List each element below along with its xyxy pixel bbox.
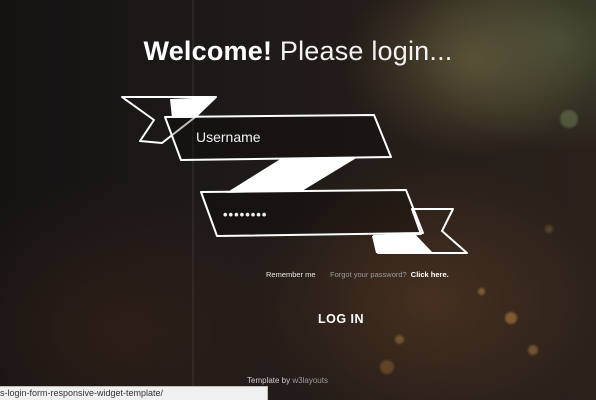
remember-me-checkbox[interactable]: Remember me (266, 270, 316, 279)
forgot-password-text: Forgot your password? Click here. (330, 270, 449, 279)
footer-credit: Template by w3layouts (247, 376, 328, 385)
ribbon-connector (226, 157, 358, 193)
password-input[interactable]: •••••••• (223, 207, 267, 222)
ribbon-graphic (121, 96, 468, 254)
username-input[interactable]: Username (196, 129, 261, 145)
status-url: s-login-form-responsive-widget-template/ (0, 388, 164, 398)
ribbon-fold-top (170, 97, 216, 118)
click-here-link[interactable]: Click here. (411, 270, 449, 279)
footer-link[interactable]: w3layouts (292, 376, 328, 385)
browser-status-bar: s-login-form-responsive-widget-template/ (0, 386, 268, 400)
footer-prefix: Template by (247, 376, 291, 385)
login-button[interactable]: LOG IN (298, 309, 384, 329)
forgot-password-label: Forgot your password? (330, 270, 407, 279)
